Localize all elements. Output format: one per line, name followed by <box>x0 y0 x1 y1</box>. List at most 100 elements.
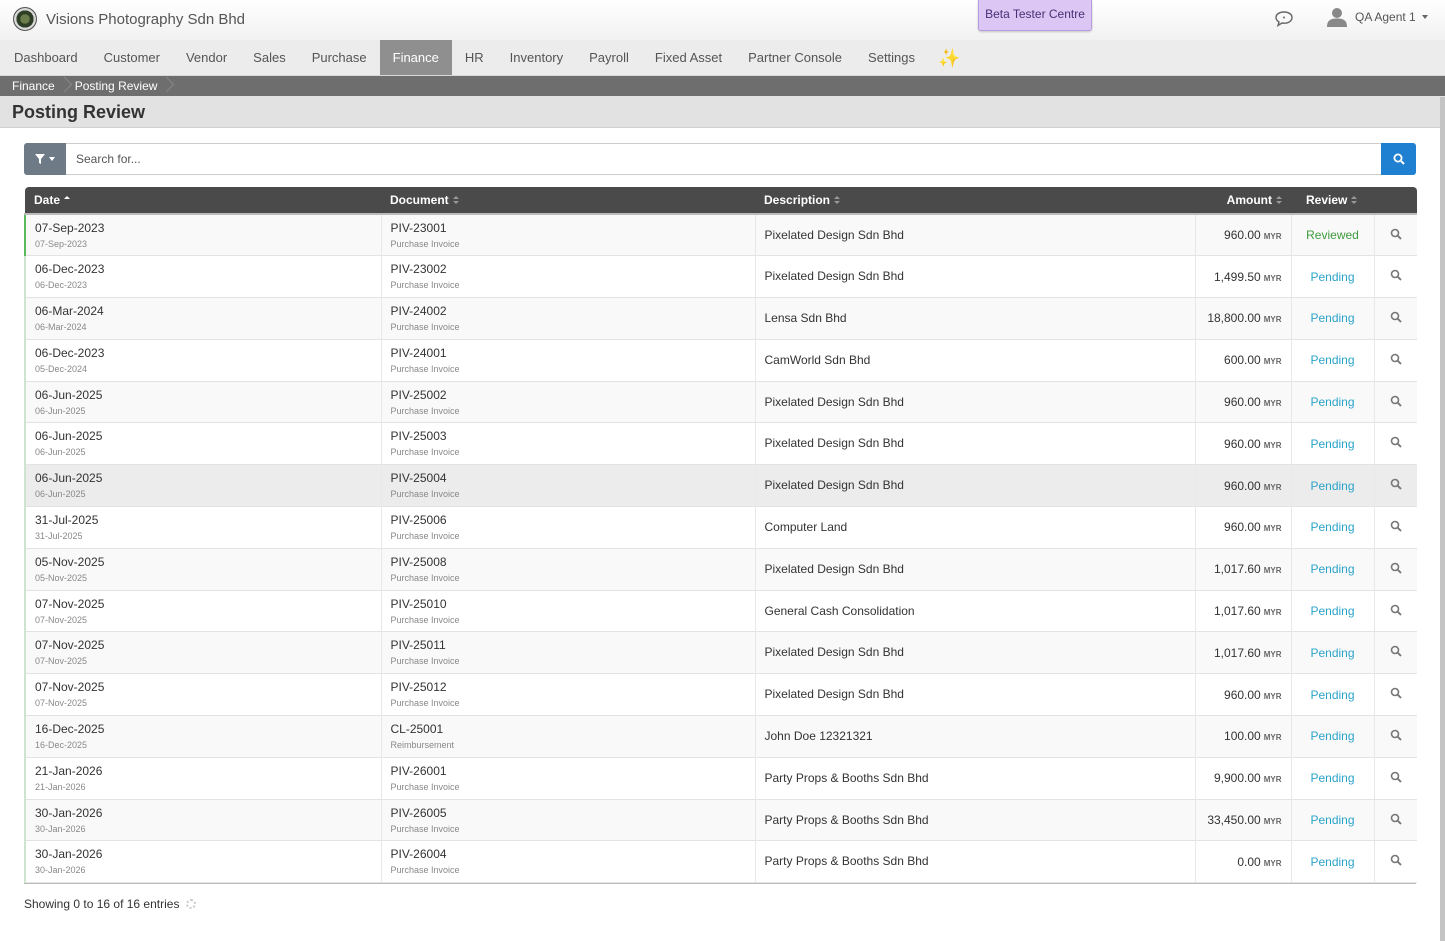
table-row[interactable]: 07-Nov-2025 07-Nov-2025 PIV-25012 Purchase … <box>24 673 1417 716</box>
review-status[interactable]: Pending <box>1310 855 1354 869</box>
document-number[interactable]: PIV-26005 <box>391 806 746 821</box>
view-magnifier-icon[interactable] <box>1390 353 1402 365</box>
nav-payroll[interactable]: Payroll <box>576 40 642 75</box>
document-number[interactable]: PIV-25003 <box>391 429 746 444</box>
review-status[interactable]: Pending <box>1310 437 1354 451</box>
table-row[interactable]: 16-Dec-2025 16-Dec-2025 CL-25001 Reimbursem… <box>24 715 1417 758</box>
view-magnifier-icon[interactable] <box>1390 604 1402 616</box>
view-magnifier-icon[interactable] <box>1390 813 1402 825</box>
view-magnifier-icon[interactable] <box>1390 436 1402 449</box>
nav-customer[interactable]: Customer <box>91 40 173 75</box>
review-status[interactable]: Pending <box>1310 395 1354 409</box>
review-status[interactable]: Reviewed <box>1306 228 1359 242</box>
view-magnifier-icon[interactable] <box>1390 311 1402 323</box>
document-number[interactable]: PIV-23002 <box>391 262 746 277</box>
column-header-date[interactable]: Date <box>25 187 381 215</box>
view-magnifier-icon[interactable] <box>1390 854 1402 867</box>
cell-date: 07-Nov-2025 07-Nov-2025 <box>24 631 382 674</box>
cell-description: Computer Land <box>755 506 1196 549</box>
review-status[interactable]: Pending <box>1310 771 1354 785</box>
document-number[interactable]: PIV-25002 <box>391 388 746 403</box>
breadcrumb-separator-icon <box>157 76 177 96</box>
posting-date-value: 05-Dec-2024 <box>35 363 88 374</box>
review-status[interactable]: Pending <box>1310 311 1354 325</box>
nav-fixed-asset[interactable]: Fixed Asset <box>642 40 735 75</box>
document-number[interactable]: PIV-26001 <box>391 764 746 779</box>
column-header-review[interactable]: Review <box>1291 187 1374 215</box>
review-status[interactable]: Pending <box>1310 813 1354 827</box>
nav-purchase[interactable]: Purchase <box>299 40 380 75</box>
table-row[interactable]: 30-Jan-2026 30-Jan-2026 PIV-26004 Purchase … <box>24 840 1417 883</box>
column-header-amount[interactable]: Amount <box>1195 187 1291 215</box>
review-status[interactable]: Pending <box>1310 729 1354 743</box>
view-magnifier-icon[interactable] <box>1390 520 1402 532</box>
table-row[interactable]: 07-Nov-2025 07-Nov-2025 PIV-25010 Purchase … <box>24 590 1417 632</box>
document-number[interactable]: PIV-25004 <box>391 471 746 486</box>
breadcrumb-posting-review[interactable]: Posting Review <box>75 79 158 93</box>
view-magnifier-icon[interactable] <box>1390 478 1402 490</box>
nav-vendor[interactable]: Vendor <box>173 40 240 75</box>
nav-finance[interactable]: Finance <box>379 40 452 75</box>
document-number[interactable]: PIV-24001 <box>391 346 746 361</box>
review-status[interactable]: Pending <box>1310 479 1354 493</box>
sparkle-icon[interactable]: ✨ <box>928 40 970 75</box>
user-menu[interactable]: QA Agent 1 <box>1326 6 1428 28</box>
table-row[interactable]: 06-Dec-2023 05-Dec-2024 PIV-24001 Purchase … <box>24 339 1417 382</box>
table-row[interactable]: 30-Jan-2026 30-Jan-2026 PIV-26005 Purchase … <box>24 799 1417 841</box>
filter-button[interactable] <box>24 143 66 175</box>
document-number[interactable]: PIV-25012 <box>391 680 746 695</box>
document-number[interactable]: PIV-25011 <box>391 638 746 653</box>
nav-partner-console[interactable]: Partner Console <box>735 40 855 75</box>
nav-dashboard[interactable]: Dashboard <box>1 40 91 75</box>
review-status[interactable]: Pending <box>1310 562 1354 576</box>
document-number[interactable]: PIV-25010 <box>391 597 746 612</box>
breadcrumb-finance[interactable]: Finance <box>12 79 55 93</box>
review-status[interactable]: Pending <box>1310 353 1354 367</box>
view-magnifier-icon[interactable] <box>1390 395 1402 407</box>
nav-hr[interactable]: HR <box>452 40 497 75</box>
column-header-document[interactable]: Document <box>381 187 755 215</box>
settings-gear-icon[interactable] <box>186 899 197 909</box>
nav-inventory[interactable]: Inventory <box>497 40 576 75</box>
document-number[interactable]: PIV-26004 <box>391 847 746 862</box>
review-status[interactable]: Pending <box>1310 604 1354 618</box>
table-row[interactable]: 05-Nov-2025 05-Nov-2025 PIV-25008 Purchase … <box>24 548 1417 591</box>
review-status[interactable]: Pending <box>1310 520 1354 534</box>
nav-sales[interactable]: Sales <box>240 40 299 75</box>
table-row[interactable]: 06-Jun-2025 06-Jun-2025 PIV-25002 Purchase … <box>24 381 1417 423</box>
page-scrollbar[interactable] <box>1440 97 1445 941</box>
search-input[interactable] <box>66 143 1381 175</box>
document-number[interactable]: PIV-23001 <box>391 221 746 236</box>
table-row[interactable]: 06-Dec-2023 06-Dec-2023 PIV-23002 Purchase … <box>24 255 1417 298</box>
cell-document: PIV-25010 Purchase Invoice <box>381 590 756 632</box>
document-type: Purchase Invoice <box>390 363 460 374</box>
beta-tester-centre-button[interactable]: Beta Tester Centre <box>978 0 1092 31</box>
table-row[interactable]: 06-Mar-2024 06-Mar-2024 PIV-24002 Purchase … <box>24 297 1417 340</box>
table-row[interactable]: 07-Nov-2025 07-Nov-2025 PIV-25011 Purchase … <box>24 631 1417 674</box>
table-row[interactable]: 06-Jun-2025 06-Jun-2025 PIV-25004 Purchase … <box>24 464 1417 507</box>
view-magnifier-icon[interactable] <box>1390 269 1402 281</box>
table-row[interactable]: 31-Jul-2025 31-Jul-2025 PIV-25006 Purchase … <box>24 506 1417 549</box>
view-magnifier-icon[interactable] <box>1390 729 1402 741</box>
view-magnifier-icon[interactable] <box>1390 687 1402 699</box>
document-number[interactable]: CL-25001 <box>391 722 746 737</box>
document-number[interactable]: PIV-25008 <box>391 555 746 570</box>
view-magnifier-icon[interactable] <box>1390 771 1402 783</box>
search-button[interactable] <box>1381 143 1416 175</box>
view-magnifier-icon[interactable] <box>1390 228 1402 240</box>
chat-icon[interactable] <box>1274 10 1294 28</box>
date-value: 06-Dec-2023 <box>35 262 105 277</box>
column-header-description[interactable]: Description <box>755 187 1195 215</box>
view-magnifier-icon[interactable] <box>1390 562 1402 574</box>
table-row[interactable]: 07-Sep-2023 07-Sep-2023 PIV-23001 Purchase … <box>24 214 1417 256</box>
document-number[interactable]: PIV-24002 <box>391 304 746 319</box>
view-magnifier-icon[interactable] <box>1390 645 1402 658</box>
document-number[interactable]: PIV-25006 <box>391 513 746 528</box>
brand[interactable]: Visions Photography Sdn Bhd <box>13 7 245 31</box>
table-row[interactable]: 21-Jan-2026 21-Jan-2026 PIV-26001 Purchase … <box>24 757 1417 800</box>
review-status[interactable]: Pending <box>1310 688 1354 702</box>
table-row[interactable]: 06-Jun-2025 06-Jun-2025 PIV-25003 Purchase … <box>24 422 1417 465</box>
review-status[interactable]: Pending <box>1310 270 1354 284</box>
review-status[interactable]: Pending <box>1310 646 1354 660</box>
nav-settings[interactable]: Settings <box>855 40 928 75</box>
